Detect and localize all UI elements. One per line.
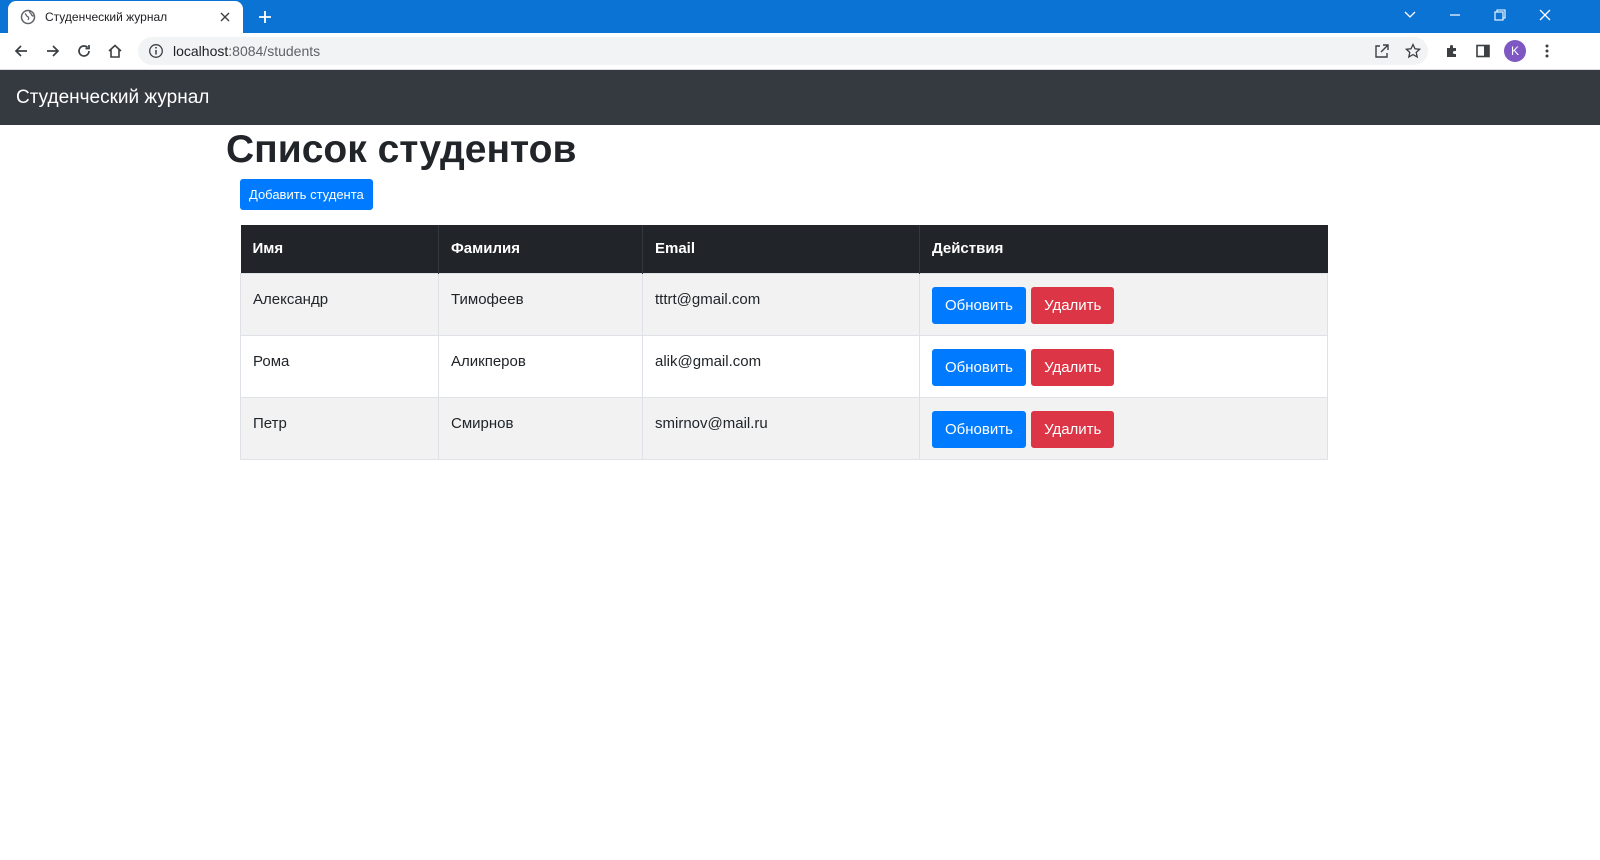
cell-last-name: Аликперов: [438, 334, 643, 398]
browser-tab-bar: Студенческий журнал: [0, 0, 1600, 33]
update-button[interactable]: Обновить: [932, 410, 1026, 448]
address-bar[interactable]: localhost:8084/students: [138, 37, 1428, 65]
star-icon[interactable]: [1399, 37, 1427, 65]
page-title: Список студентов: [226, 128, 577, 171]
new-tab-button[interactable]: [253, 5, 277, 29]
add-student-button[interactable]: Добавить студента: [240, 179, 373, 210]
delete-button[interactable]: Удалить: [1031, 348, 1115, 386]
extensions-icon[interactable]: [1438, 37, 1466, 65]
chevron-down-icon[interactable]: [1388, 0, 1432, 30]
cell-last-name: Тимофеев: [438, 272, 643, 336]
update-button[interactable]: Обновить: [932, 348, 1026, 386]
table-header-row: Имя Фамилия Email Действия: [240, 225, 1328, 273]
cell-first-name: Петр: [240, 396, 439, 460]
home-icon[interactable]: [101, 37, 129, 65]
site-navbar: Студенческий журнал: [0, 70, 1600, 125]
profile-avatar[interactable]: K: [1504, 40, 1526, 62]
header-last-name: Фамилия: [438, 225, 643, 273]
table-row: Рома Аликперов alik@gmail.com Обновить У…: [240, 334, 1328, 398]
back-icon[interactable]: [7, 37, 35, 65]
cell-first-name: Рома: [240, 334, 439, 398]
globe-icon: [20, 9, 36, 25]
header-email: Email: [642, 225, 920, 273]
cell-actions: Обновить Удалить: [919, 272, 1328, 336]
close-window-icon[interactable]: [1523, 0, 1567, 30]
menu-kebab-icon[interactable]: [1533, 37, 1561, 65]
cell-first-name: Александр: [240, 272, 439, 336]
side-panel-icon[interactable]: [1469, 37, 1497, 65]
restore-icon[interactable]: [1478, 0, 1522, 30]
students-table: Имя Фамилия Email Действия Александр Тим…: [240, 225, 1328, 460]
share-icon[interactable]: [1368, 37, 1396, 65]
url-host: localhost: [173, 43, 229, 59]
navbar-brand-link[interactable]: Студенческий журнал: [16, 87, 209, 109]
cell-email: alik@gmail.com: [642, 334, 920, 398]
cell-last-name: Смирнов: [438, 396, 643, 460]
url-path: :8084/students: [228, 43, 321, 59]
cell-actions: Обновить Удалить: [919, 396, 1328, 460]
update-button[interactable]: Обновить: [932, 286, 1026, 324]
close-icon[interactable]: [217, 9, 233, 25]
cell-actions: Обновить Удалить: [919, 334, 1328, 398]
delete-button[interactable]: Удалить: [1031, 286, 1115, 324]
cell-email: tttrt@gmail.com: [642, 272, 920, 336]
header-actions: Действия: [919, 225, 1328, 273]
browser-tab[interactable]: Студенческий журнал: [8, 1, 243, 33]
reload-icon[interactable]: [70, 37, 98, 65]
minimize-icon[interactable]: [1433, 0, 1477, 30]
delete-button[interactable]: Удалить: [1031, 410, 1115, 448]
forward-icon[interactable]: [39, 37, 67, 65]
browser-toolbar: localhost:8084/students K: [0, 33, 1600, 70]
info-icon[interactable]: [148, 43, 164, 59]
url-text: localhost:8084/students: [173, 43, 320, 59]
tab-title: Студенческий журнал: [45, 10, 168, 24]
table-row: Петр Смирнов smirnov@mail.ru Обновить Уд…: [240, 396, 1328, 460]
cell-email: smirnov@mail.ru: [642, 396, 920, 460]
table-row: Александр Тимофеев tttrt@gmail.com Обнов…: [240, 272, 1328, 336]
header-first-name: Имя: [240, 225, 439, 273]
